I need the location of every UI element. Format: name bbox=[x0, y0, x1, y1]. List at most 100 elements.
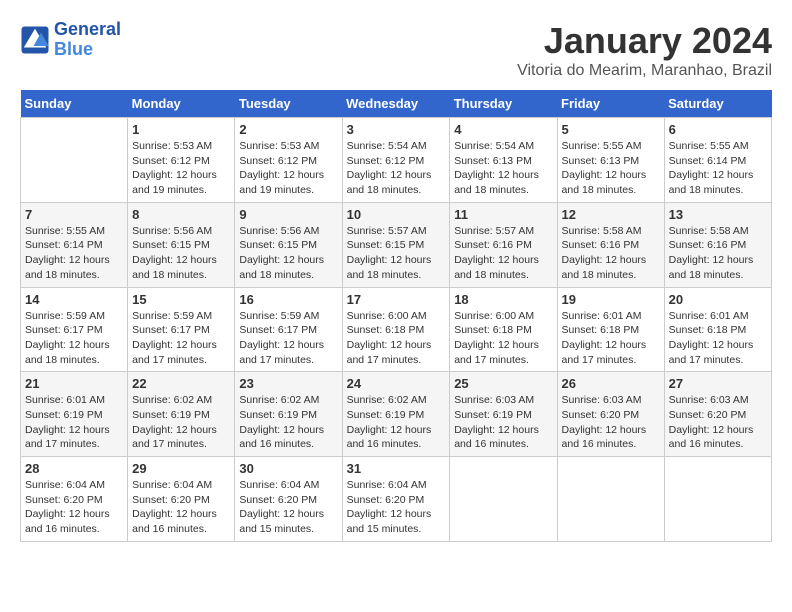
day-info: Sunrise: 5:55 AM Sunset: 6:14 PM Dayligh… bbox=[25, 224, 123, 283]
calendar-cell bbox=[21, 118, 128, 203]
day-number: 29 bbox=[132, 461, 230, 476]
calendar-cell: 6 Sunrise: 5:55 AM Sunset: 6:14 PM Daylig… bbox=[664, 118, 771, 203]
weekday-header-sunday: Sunday bbox=[21, 90, 128, 118]
day-info: Sunrise: 6:03 AM Sunset: 6:19 PM Dayligh… bbox=[454, 393, 552, 452]
day-info: Sunrise: 5:56 AM Sunset: 6:15 PM Dayligh… bbox=[132, 224, 230, 283]
weekday-header-monday: Monday bbox=[128, 90, 235, 118]
day-number: 22 bbox=[132, 376, 230, 391]
page-header: General Blue January 2024 Vitoria do Mea… bbox=[20, 20, 772, 80]
day-number: 5 bbox=[562, 122, 660, 137]
day-number: 10 bbox=[347, 207, 446, 222]
calendar-cell: 28 Sunrise: 6:04 AM Sunset: 6:20 PM Dayli… bbox=[21, 457, 128, 542]
weekday-header-thursday: Thursday bbox=[450, 90, 557, 118]
day-number: 11 bbox=[454, 207, 552, 222]
day-number: 30 bbox=[239, 461, 337, 476]
day-number: 2 bbox=[239, 122, 337, 137]
calendar-table: SundayMondayTuesdayWednesdayThursdayFrid… bbox=[20, 90, 772, 542]
day-number: 18 bbox=[454, 292, 552, 307]
calendar-week-row: 1 Sunrise: 5:53 AM Sunset: 6:12 PM Daylig… bbox=[21, 118, 772, 203]
logo-text: General Blue bbox=[54, 20, 121, 60]
day-info: Sunrise: 6:04 AM Sunset: 6:20 PM Dayligh… bbox=[132, 478, 230, 537]
day-number: 3 bbox=[347, 122, 446, 137]
calendar-cell: 11Sunrise: 5:57 AM Sunset: 6:16 PM Dayli… bbox=[450, 202, 557, 287]
day-number: 25 bbox=[454, 376, 552, 391]
day-number: 6 bbox=[669, 122, 767, 137]
day-info: Sunrise: 6:04 AM Sunset: 6:20 PM Dayligh… bbox=[25, 478, 123, 537]
calendar-cell bbox=[557, 457, 664, 542]
day-number: 23 bbox=[239, 376, 337, 391]
day-info: Sunrise: 6:04 AM Sunset: 6:20 PM Dayligh… bbox=[347, 478, 446, 537]
calendar-cell: 23 Sunrise: 6:02 AM Sunset: 6:19 PM Dayli… bbox=[235, 372, 342, 457]
day-info: Sunrise: 5:59 AM Sunset: 6:17 PM Dayligh… bbox=[25, 309, 123, 368]
day-number: 15 bbox=[132, 292, 230, 307]
calendar-cell: 14 Sunrise: 5:59 AM Sunset: 6:17 PM Dayli… bbox=[21, 287, 128, 372]
calendar-cell: 29 Sunrise: 6:04 AM Sunset: 6:20 PM Dayli… bbox=[128, 457, 235, 542]
day-info: Sunrise: 5:58 AM Sunset: 6:16 PM Dayligh… bbox=[562, 224, 660, 283]
calendar-cell: 21 Sunrise: 6:01 AM Sunset: 6:19 PM Dayli… bbox=[21, 372, 128, 457]
calendar-cell: 18 Sunrise: 6:00 AM Sunset: 6:18 PM Dayli… bbox=[450, 287, 557, 372]
title-block: January 2024 Vitoria do Mearim, Maranhao… bbox=[517, 20, 772, 80]
calendar-cell: 20Sunrise: 6:01 AM Sunset: 6:18 PM Dayli… bbox=[664, 287, 771, 372]
day-number: 7 bbox=[25, 207, 123, 222]
calendar-cell: 30 Sunrise: 6:04 AM Sunset: 6:20 PM Dayli… bbox=[235, 457, 342, 542]
calendar-cell bbox=[450, 457, 557, 542]
calendar-cell bbox=[664, 457, 771, 542]
calendar-cell: 12Sunrise: 5:58 AM Sunset: 6:16 PM Dayli… bbox=[557, 202, 664, 287]
day-info: Sunrise: 6:00 AM Sunset: 6:18 PM Dayligh… bbox=[454, 309, 552, 368]
calendar-cell: 25 Sunrise: 6:03 AM Sunset: 6:19 PM Dayli… bbox=[450, 372, 557, 457]
day-number: 26 bbox=[562, 376, 660, 391]
calendar-cell: 9Sunrise: 5:56 AM Sunset: 6:15 PM Daylig… bbox=[235, 202, 342, 287]
calendar-cell: 19Sunrise: 6:01 AM Sunset: 6:18 PM Dayli… bbox=[557, 287, 664, 372]
day-number: 8 bbox=[132, 207, 230, 222]
location-subtitle: Vitoria do Mearim, Maranhao, Brazil bbox=[517, 62, 772, 80]
calendar-cell: 13 Sunrise: 5:58 AM Sunset: 6:16 PM Dayli… bbox=[664, 202, 771, 287]
calendar-cell: 1 Sunrise: 5:53 AM Sunset: 6:12 PM Daylig… bbox=[128, 118, 235, 203]
weekday-header-saturday: Saturday bbox=[664, 90, 771, 118]
calendar-week-row: 28 Sunrise: 6:04 AM Sunset: 6:20 PM Dayli… bbox=[21, 457, 772, 542]
day-number: 16 bbox=[239, 292, 337, 307]
day-info: Sunrise: 6:04 AM Sunset: 6:20 PM Dayligh… bbox=[239, 478, 337, 537]
day-number: 4 bbox=[454, 122, 552, 137]
calendar-cell: 15Sunrise: 5:59 AM Sunset: 6:17 PM Dayli… bbox=[128, 287, 235, 372]
day-number: 17 bbox=[347, 292, 446, 307]
weekday-header-row: SundayMondayTuesdayWednesdayThursdayFrid… bbox=[21, 90, 772, 118]
weekday-header-wednesday: Wednesday bbox=[342, 90, 450, 118]
day-info: Sunrise: 6:00 AM Sunset: 6:18 PM Dayligh… bbox=[347, 309, 446, 368]
day-info: Sunrise: 6:01 AM Sunset: 6:18 PM Dayligh… bbox=[562, 309, 660, 368]
calendar-cell: 26 Sunrise: 6:03 AM Sunset: 6:20 PM Dayli… bbox=[557, 372, 664, 457]
calendar-cell: 24 Sunrise: 6:02 AM Sunset: 6:19 PM Dayli… bbox=[342, 372, 450, 457]
day-number: 28 bbox=[25, 461, 123, 476]
day-info: Sunrise: 6:02 AM Sunset: 6:19 PM Dayligh… bbox=[239, 393, 337, 452]
weekday-header-tuesday: Tuesday bbox=[235, 90, 342, 118]
day-info: Sunrise: 6:02 AM Sunset: 6:19 PM Dayligh… bbox=[347, 393, 446, 452]
day-info: Sunrise: 5:54 AM Sunset: 6:12 PM Dayligh… bbox=[347, 139, 446, 198]
day-info: Sunrise: 6:03 AM Sunset: 6:20 PM Dayligh… bbox=[562, 393, 660, 452]
calendar-cell: 5Sunrise: 5:55 AM Sunset: 6:13 PM Daylig… bbox=[557, 118, 664, 203]
month-title: January 2024 bbox=[517, 20, 772, 62]
calendar-cell: 4Sunrise: 5:54 AM Sunset: 6:13 PM Daylig… bbox=[450, 118, 557, 203]
day-info: Sunrise: 6:01 AM Sunset: 6:19 PM Dayligh… bbox=[25, 393, 123, 452]
day-info: Sunrise: 5:59 AM Sunset: 6:17 PM Dayligh… bbox=[239, 309, 337, 368]
calendar-week-row: 21 Sunrise: 6:01 AM Sunset: 6:19 PM Dayli… bbox=[21, 372, 772, 457]
calendar-week-row: 14 Sunrise: 5:59 AM Sunset: 6:17 PM Dayli… bbox=[21, 287, 772, 372]
calendar-cell: 8 Sunrise: 5:56 AM Sunset: 6:15 PM Daylig… bbox=[128, 202, 235, 287]
day-number: 14 bbox=[25, 292, 123, 307]
day-number: 24 bbox=[347, 376, 446, 391]
day-info: Sunrise: 6:01 AM Sunset: 6:18 PM Dayligh… bbox=[669, 309, 767, 368]
day-number: 13 bbox=[669, 207, 767, 222]
day-number: 31 bbox=[347, 461, 446, 476]
calendar-cell: 2 Sunrise: 5:53 AM Sunset: 6:12 PM Daylig… bbox=[235, 118, 342, 203]
day-info: Sunrise: 5:53 AM Sunset: 6:12 PM Dayligh… bbox=[132, 139, 230, 198]
day-number: 27 bbox=[669, 376, 767, 391]
day-info: Sunrise: 6:03 AM Sunset: 6:20 PM Dayligh… bbox=[669, 393, 767, 452]
calendar-cell: 3 Sunrise: 5:54 AM Sunset: 6:12 PM Daylig… bbox=[342, 118, 450, 203]
calendar-cell: 27 Sunrise: 6:03 AM Sunset: 6:20 PM Dayli… bbox=[664, 372, 771, 457]
day-number: 9 bbox=[239, 207, 337, 222]
day-info: Sunrise: 5:53 AM Sunset: 6:12 PM Dayligh… bbox=[239, 139, 337, 198]
day-number: 21 bbox=[25, 376, 123, 391]
calendar-cell: 10Sunrise: 5:57 AM Sunset: 6:15 PM Dayli… bbox=[342, 202, 450, 287]
day-number: 1 bbox=[132, 122, 230, 137]
day-info: Sunrise: 5:58 AM Sunset: 6:16 PM Dayligh… bbox=[669, 224, 767, 283]
calendar-cell: 7 Sunrise: 5:55 AM Sunset: 6:14 PM Daylig… bbox=[21, 202, 128, 287]
day-info: Sunrise: 5:55 AM Sunset: 6:14 PM Dayligh… bbox=[669, 139, 767, 198]
